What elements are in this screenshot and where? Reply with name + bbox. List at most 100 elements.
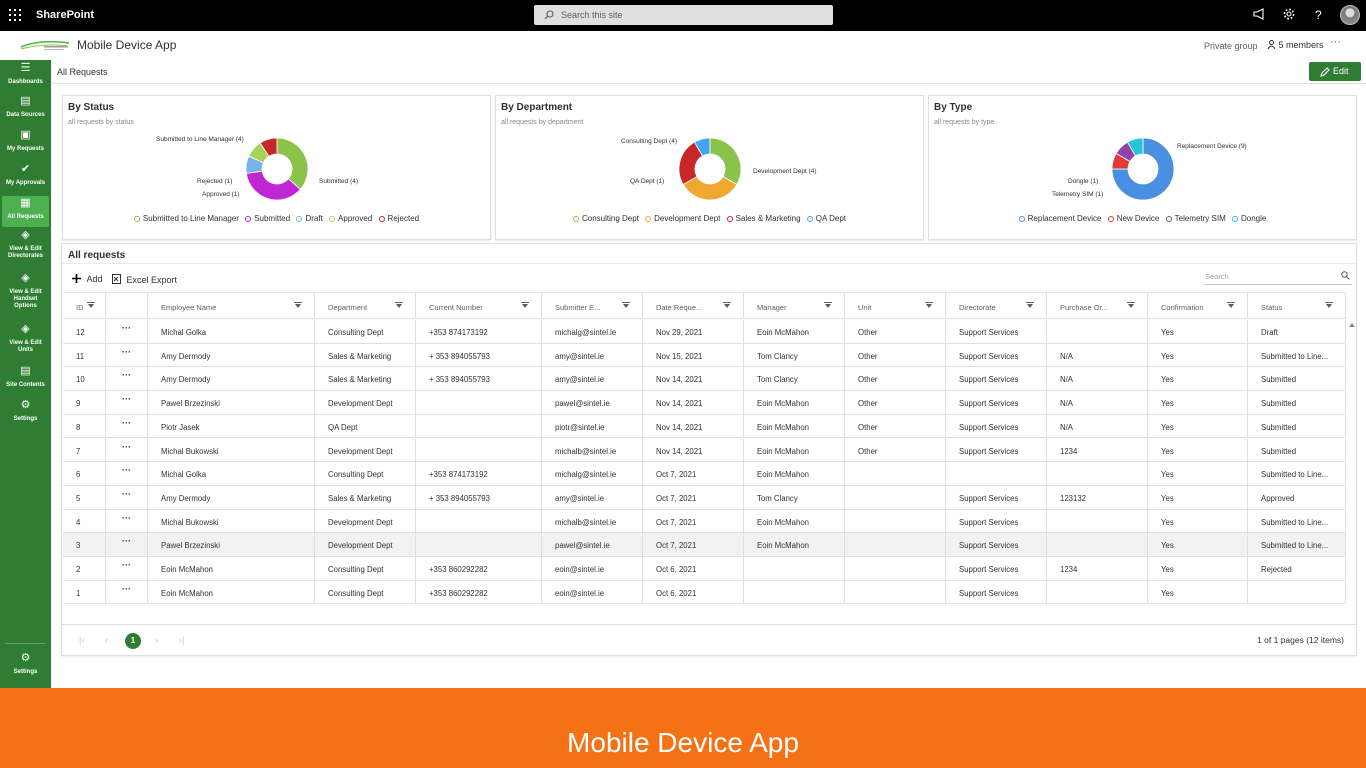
help-icon[interactable]: ?	[1315, 8, 1322, 22]
nav-item-my-approvals[interactable]: ✔ My Approvals	[2, 164, 49, 187]
row-actions-icon[interactable]: ···	[106, 509, 148, 533]
table-row[interactable]: 10 ··· Amy Dermody Sales & Marketing + 353 8…	[63, 367, 1346, 392]
first-page-icon[interactable]: |‹	[79, 635, 84, 645]
members-button[interactable]: 5 members	[1267, 40, 1324, 50]
legend-item[interactable]: Draft	[296, 214, 323, 223]
excel-export-button[interactable]: Excel Export	[112, 274, 177, 285]
grid-search-input[interactable]: Search	[1204, 267, 1352, 285]
nav-item-units[interactable]: ◈ View & Edit Units	[2, 324, 49, 354]
legend-item[interactable]: Approved	[329, 214, 372, 223]
megaphone-icon[interactable]	[1253, 8, 1266, 23]
filter-icon[interactable]	[521, 302, 529, 308]
sharepoint-brand[interactable]: SharePoint	[36, 9, 94, 21]
header-col-directorate[interactable]: Directorate	[946, 293, 1047, 319]
table-row[interactable]: 8 ··· Piotr Jasek QA Dept piotr@sintel.ie Nov…	[63, 414, 1346, 439]
row-actions-icon[interactable]: ···	[106, 462, 148, 485]
header-col-date-requested[interactable]: Date Reque...	[643, 293, 744, 319]
header-col-confirmation[interactable]: Confirmation	[1148, 293, 1248, 319]
scroll-up-icon[interactable]	[1349, 323, 1355, 327]
legend-item[interactable]: Development Dept	[645, 214, 720, 223]
header-col-id[interactable]: ID	[63, 293, 106, 319]
nav-item-settings[interactable]: ⚙ Settings	[2, 400, 49, 423]
row-actions-icon[interactable]: ···	[106, 320, 148, 343]
filter-icon[interactable]	[622, 302, 630, 308]
nav-item-my-requests[interactable]: ▣ My Requests	[2, 130, 49, 153]
filter-icon[interactable]	[1325, 302, 1333, 308]
nav-item-site-contents[interactable]: ▤ Site Contents	[2, 366, 49, 389]
filter-icon[interactable]	[1026, 302, 1034, 308]
filter-icon[interactable]	[925, 302, 933, 308]
filter-icon[interactable]	[395, 302, 403, 308]
table-row[interactable]: 6 ··· Michal Golka Consulting Dept +353 8741…	[63, 462, 1346, 486]
filter-icon[interactable]	[294, 302, 302, 308]
legend-item[interactable]: Consulting Dept	[572, 214, 639, 223]
legend-item[interactable]: Rejected	[378, 214, 419, 223]
legend-item[interactable]: QA Dept	[806, 214, 846, 223]
legend-item[interactable]: Sales & Marketing	[726, 214, 801, 223]
row-actions-icon[interactable]: ···	[106, 343, 148, 367]
table-row[interactable]: 3 ··· Pawel Brzezinski Development Dept pawe…	[63, 533, 1346, 557]
legend-item[interactable]: Replacement Device	[1018, 214, 1101, 223]
row-actions-icon[interactable]: ···	[106, 533, 148, 556]
site-search-input[interactable]: Search this site	[534, 5, 833, 25]
donut-slice-submitted-to-line-manager[interactable]	[276, 137, 309, 190]
header-col-department[interactable]: Department	[315, 293, 416, 319]
table-row[interactable]: 7 ··· Michal Bukowski Development Dept micha…	[63, 438, 1346, 463]
app-launcher-icon[interactable]	[9, 9, 21, 21]
edit-button[interactable]: Edit	[1309, 62, 1361, 81]
row-actions-icon[interactable]: ···	[106, 414, 148, 438]
filter-icon[interactable]	[1227, 302, 1235, 308]
legend-item[interactable]: Dongle	[1231, 214, 1266, 223]
table-row[interactable]: 2 ··· Eoin McMahon Consulting Dept +353 8602…	[63, 557, 1346, 581]
site-logo[interactable]	[20, 39, 70, 52]
header-col-unit[interactable]: Unit	[845, 293, 946, 319]
legend-item[interactable]: Submitted to Line Manager	[133, 214, 239, 223]
header-col-submitter-email[interactable]: Submitter E...	[542, 293, 643, 319]
table-row[interactable]: 5 ··· Amy Dermody Sales & Marketing + 353 89…	[63, 485, 1346, 510]
filter-icon[interactable]	[87, 302, 95, 308]
nav-item-handset-options[interactable]: ◈ View & Edit Handset Options	[2, 273, 49, 310]
header-col-manager[interactable]: Manager	[744, 293, 845, 319]
table-row[interactable]: 12 ··· Michal Golka Consulting Dept +353 874…	[63, 320, 1346, 344]
header-col-actions[interactable]	[106, 293, 148, 319]
table-row[interactable]: 9 ··· Pawel Brzezinski Development Dept pawe…	[63, 391, 1346, 415]
more-options-icon[interactable]: ···	[1330, 36, 1341, 48]
nav-item-data-sources[interactable]: ▤ Data Sources	[2, 96, 49, 119]
filter-icon[interactable]	[824, 302, 832, 308]
legend-item[interactable]: Submitted	[245, 214, 290, 223]
current-page-button[interactable]: 1	[125, 633, 141, 649]
row-actions-icon[interactable]: ···	[106, 438, 148, 462]
nav-item-directorates[interactable]: ◈ View & Edit Directorates	[2, 230, 49, 260]
add-button[interactable]: Add	[72, 274, 103, 284]
header-col-status[interactable]: Status	[1248, 293, 1346, 319]
table-row[interactable]: 11 ··· Amy Dermody Sales & Marketing + 353 8…	[63, 343, 1346, 368]
filter-icon[interactable]	[1127, 302, 1135, 308]
row-actions-icon[interactable]: ···	[106, 580, 148, 604]
nav-label: View & Edit Handset Options	[9, 289, 42, 309]
header-col-purchase-order[interactable]: Purchase Or...	[1047, 293, 1148, 319]
row-actions-icon[interactable]: ···	[106, 391, 148, 414]
header-col-employee-name[interactable]: Employee Name	[148, 293, 315, 319]
legend-item[interactable]: Telemetry SIM	[1165, 214, 1226, 223]
cell-purchase-order: N/A	[1047, 343, 1148, 367]
search-icon	[544, 10, 554, 20]
site-title[interactable]: Mobile Device App	[77, 38, 176, 52]
nav-item-dashboards[interactable]: ☰ Dashboards	[2, 63, 49, 86]
row-actions-icon[interactable]: ···	[106, 485, 148, 509]
header-col-current-number[interactable]: Current Number	[416, 293, 542, 319]
vertical-scrollbar[interactable]	[1346, 320, 1357, 604]
user-avatar[interactable]	[1340, 5, 1360, 25]
row-actions-icon[interactable]: ···	[106, 557, 148, 580]
previous-page-icon[interactable]: ‹	[105, 635, 108, 645]
nav-label: Settings	[13, 416, 38, 422]
nav-item-all-requests[interactable]: ▦ All Requests	[2, 196, 49, 227]
last-page-icon[interactable]: ›|	[179, 635, 184, 645]
settings-gear-icon[interactable]	[1283, 8, 1295, 23]
legend-item[interactable]: New Device	[1107, 214, 1159, 223]
filter-icon[interactable]	[723, 302, 731, 308]
table-row[interactable]: 1 ··· Eoin McMahon Consulting Dept +353 8602…	[63, 580, 1346, 605]
nav-item-bottom-settings[interactable]: ⚙ Settings	[2, 653, 49, 676]
next-page-icon[interactable]: ›	[155, 635, 158, 645]
table-row[interactable]: 4 ··· Michal Bukowski Development Dept micha…	[63, 509, 1346, 534]
row-actions-icon[interactable]: ···	[106, 367, 148, 391]
